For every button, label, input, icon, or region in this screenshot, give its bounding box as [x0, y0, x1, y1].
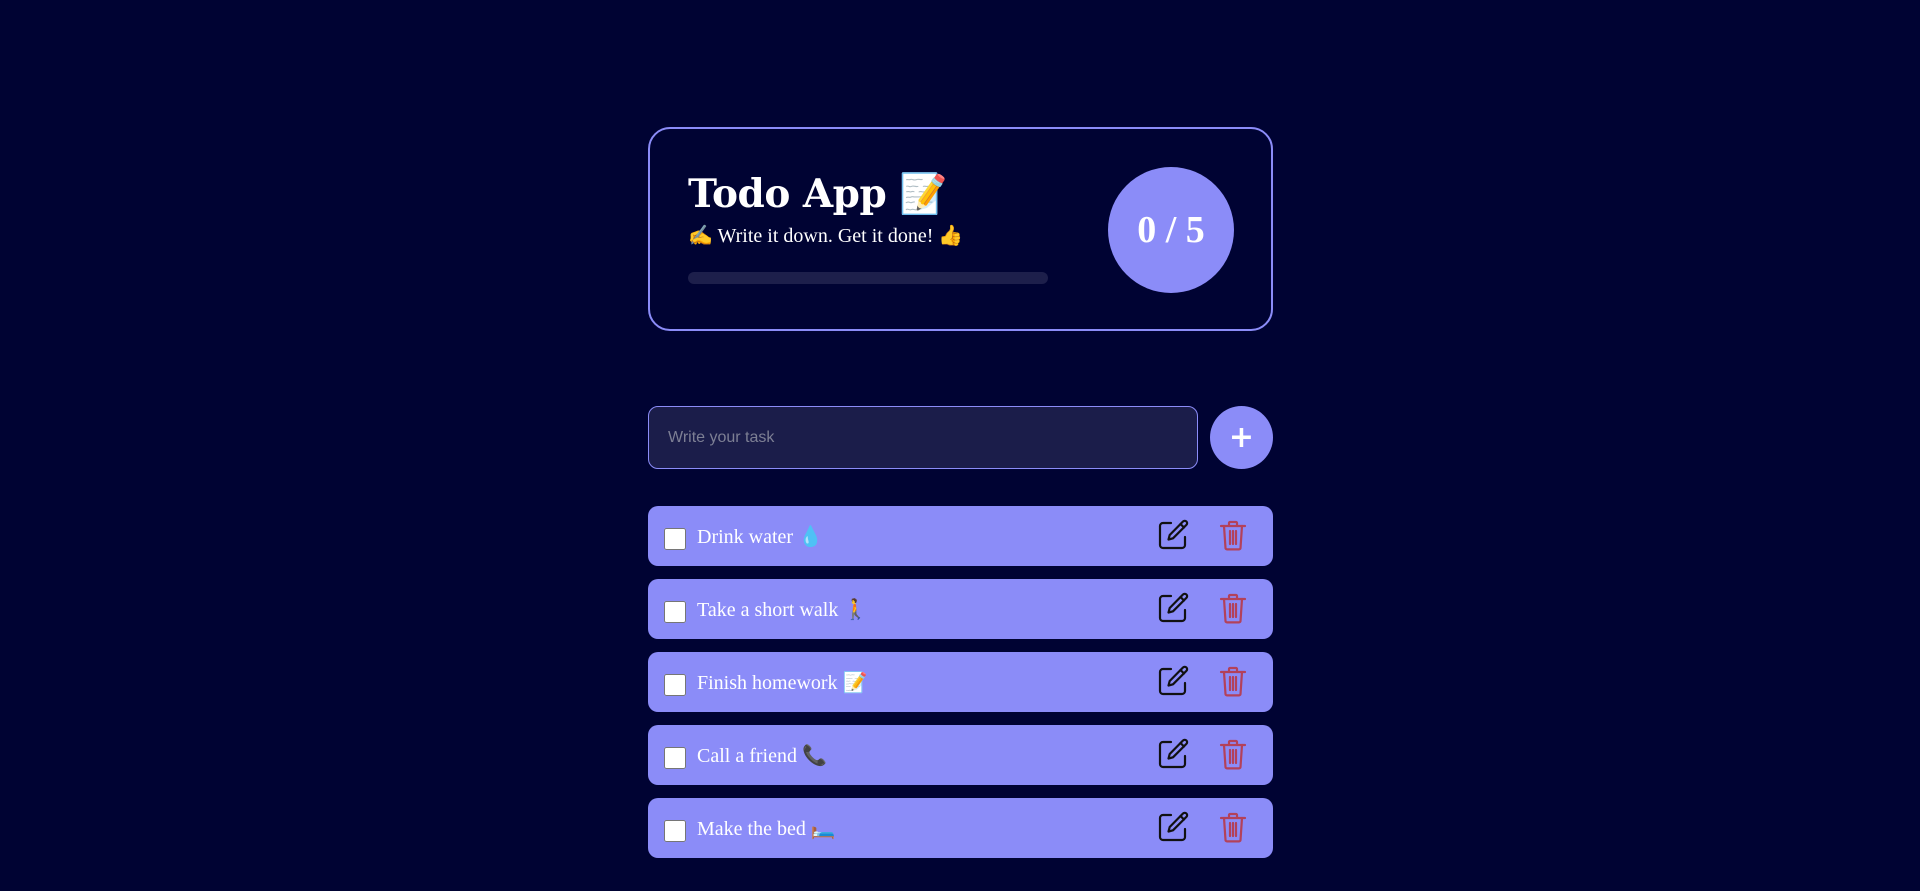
edit-button[interactable] — [1156, 737, 1190, 771]
add-task-button[interactable]: + — [1210, 406, 1273, 469]
edit-button[interactable] — [1156, 664, 1190, 698]
todo-text: Make the bed 🛏️ — [697, 818, 836, 840]
edit-button[interactable] — [1156, 518, 1190, 552]
edit-icon — [1158, 738, 1189, 769]
todo-text: Call a friend 📞 — [697, 745, 827, 767]
todo-checkbox[interactable] — [664, 528, 686, 550]
app-container: Todo App 📝 ✍️ Write it down. Get it done… — [648, 127, 1273, 858]
app-title: Todo App 📝 — [688, 171, 948, 217]
todo-item: Call a friend 📞 — [648, 725, 1273, 785]
todo-item: Take a short walk 🚶 — [648, 579, 1273, 639]
todo-text: Finish homework 📝 — [697, 672, 868, 694]
delete-button[interactable] — [1216, 810, 1250, 844]
delete-button[interactable] — [1216, 518, 1250, 552]
progress-bar — [688, 272, 1048, 284]
edit-icon — [1158, 665, 1189, 696]
trash-icon — [1219, 812, 1247, 843]
trash-icon — [1219, 520, 1247, 551]
stats-card: Todo App 📝 ✍️ Write it down. Get it done… — [648, 127, 1273, 331]
todo-item: Finish homework 📝 — [648, 652, 1273, 712]
trash-icon — [1219, 666, 1247, 697]
task-counter: 0 / 5 — [1108, 167, 1234, 293]
todo-checkbox[interactable] — [664, 747, 686, 769]
trash-icon — [1219, 593, 1247, 624]
edit-icon — [1158, 592, 1189, 623]
app-subtitle: ✍️ Write it down. Get it done! 👍 — [688, 225, 964, 247]
todo-checkbox[interactable] — [664, 601, 686, 623]
todo-item: Make the bed 🛏️ — [648, 798, 1273, 858]
delete-button[interactable] — [1216, 664, 1250, 698]
edit-button[interactable] — [1156, 591, 1190, 625]
task-input[interactable] — [648, 406, 1198, 469]
edit-button[interactable] — [1156, 810, 1190, 844]
delete-button[interactable] — [1216, 591, 1250, 625]
edit-icon — [1158, 811, 1189, 842]
todo-text: Drink water 💧 — [697, 526, 823, 548]
todo-text: Take a short walk 🚶 — [697, 599, 869, 621]
todo-list: Drink water 💧 Take a short walk 🚶 Finish… — [648, 506, 1273, 871]
trash-icon — [1219, 739, 1247, 770]
todo-checkbox[interactable] — [664, 820, 686, 842]
todo-checkbox[interactable] — [664, 674, 686, 696]
delete-button[interactable] — [1216, 737, 1250, 771]
todo-item: Drink water 💧 — [648, 506, 1273, 566]
edit-icon — [1158, 519, 1189, 550]
add-task-form: + — [648, 406, 1273, 469]
